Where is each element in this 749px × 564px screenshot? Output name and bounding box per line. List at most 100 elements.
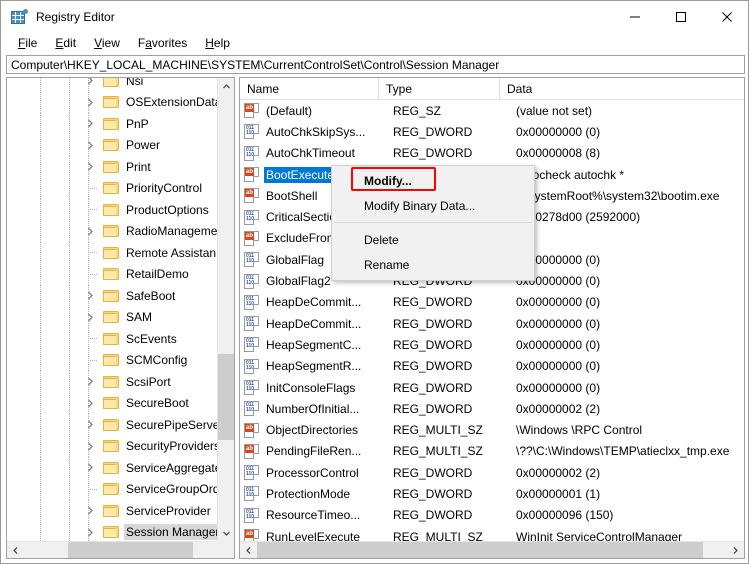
value-name-cell: PendingFileRen...	[266, 444, 362, 459]
tree-item[interactable]: ServiceProvider	[7, 500, 217, 522]
tree-item[interactable]: ScsiPort	[7, 371, 217, 393]
menu-favorites[interactable]: Favorites	[129, 34, 196, 52]
list-horizontal-scrollbar[interactable]	[240, 541, 744, 558]
chevron-right-icon[interactable]	[85, 161, 96, 172]
table-row[interactable]: 011 110 NumberOfInitial... REG_DWORD 0x00000…	[240, 398, 744, 419]
tree-item[interactable]: ScEvents	[7, 328, 217, 350]
table-row[interactable]: 011 110 HeapDeCommit... REG_DWORD 0x00000000…	[240, 313, 744, 334]
string-value-icon: ab	[244, 167, 259, 183]
menu-edit[interactable]: Edit	[46, 34, 85, 52]
tree-item[interactable]: ServiceGroupOrd	[7, 478, 217, 500]
tree-item[interactable]: PriorityControl	[7, 177, 217, 199]
maximize-button[interactable]	[658, 1, 704, 32]
chevron-right-icon[interactable]	[85, 226, 96, 237]
context-menu-item[interactable]: Delete	[332, 227, 534, 252]
close-button[interactable]	[704, 1, 748, 32]
folder-icon	[103, 78, 119, 88]
scroll-left-icon[interactable]	[240, 542, 257, 559]
table-row[interactable]: 011 110 ResourceTimeo... REG_DWORD 0x0000009…	[240, 505, 744, 526]
tree-scroll-thumb[interactable]	[218, 354, 234, 440]
address-bar[interactable]: Computer\HKEY_LOCAL_MACHINE\SYSTEM\Curre…	[6, 55, 745, 74]
table-row[interactable]: 011 110 HeapDeCommit... REG_DWORD 0x00000000…	[240, 292, 744, 313]
table-row[interactable]: ab PendingFileRen... REG_MULTI_SZ \??\C:\Wi…	[240, 441, 744, 462]
tree-item[interactable]: ServiceAggregate	[7, 457, 217, 479]
chevron-right-icon[interactable]	[85, 419, 96, 430]
folder-icon	[103, 203, 119, 217]
tree-item[interactable]: Remote Assistan	[7, 242, 217, 264]
table-row[interactable]: ab ObjectDirectories REG_MULTI_SZ \Windows …	[240, 419, 744, 440]
tree-indent	[7, 91, 103, 113]
minimize-button[interactable]	[612, 1, 658, 32]
tree-item[interactable]: ProductOptions	[7, 199, 217, 221]
chevron-right-icon[interactable]	[85, 78, 96, 86]
tree-item[interactable]: SafeBoot	[7, 285, 217, 307]
chevron-right-icon[interactable]	[85, 312, 96, 323]
tree-item[interactable]: OSExtensionData	[7, 91, 217, 113]
context-menu-item[interactable]: Modify...	[332, 168, 534, 193]
tree-indent	[7, 199, 103, 221]
context-menu-item[interactable]: Modify Binary Data...	[332, 193, 534, 218]
binary-value-icon: 011 110	[244, 145, 259, 161]
tree-item-label: ServiceProvider	[126, 503, 211, 518]
value-type-cell: REG_DWORD	[393, 401, 473, 416]
table-row[interactable]: 011 110 AutoChkSkipSys... REG_DWORD 0x000000…	[240, 121, 744, 142]
column-header-type[interactable]: Type	[379, 78, 500, 99]
value-type-cell: REG_DWORD	[393, 124, 473, 139]
context-menu-item[interactable]: Rename	[332, 252, 534, 277]
menu-help[interactable]: Help	[196, 34, 239, 52]
tree-vertical-scrollbar[interactable]	[217, 78, 234, 542]
tree-horizontal-scrollbar[interactable]	[7, 541, 234, 558]
tree-item[interactable]: SecurityProviders	[7, 435, 217, 457]
chevron-right-icon[interactable]	[85, 140, 96, 151]
chevron-right-icon[interactable]	[85, 290, 96, 301]
value-type-cell: REG_MULTI_SZ	[393, 423, 483, 438]
tree-item[interactable]: RadioManageme	[7, 220, 217, 242]
chevron-right-icon[interactable]	[85, 527, 96, 538]
value-data-cell: \??\C:\Windows\TEMP\atieclxx_tmp.exe	[516, 444, 730, 459]
scroll-down-icon[interactable]	[218, 525, 234, 542]
tree-item[interactable]: PnP	[7, 113, 217, 135]
column-header-data[interactable]: Data	[500, 78, 744, 99]
tree-item[interactable]: RetailDemo	[7, 263, 217, 285]
tree-item[interactable]: Print	[7, 156, 217, 178]
chevron-right-icon[interactable]	[85, 462, 96, 473]
table-row[interactable]: 011 110 HeapSegmentR... REG_DWORD 0x00000000…	[240, 356, 744, 377]
value-type-cell: REG_MULTI_SZ	[393, 444, 483, 459]
tree-hscroll-thumb[interactable]	[68, 541, 193, 558]
tree-item[interactable]: SCMConfig	[7, 349, 217, 371]
tree-item[interactable]: Session Manager	[7, 521, 217, 542]
table-row[interactable]: 011 110 ProtectionMode REG_DWORD 0x00000001 …	[240, 483, 744, 504]
value-data-cell: 0x00000000 (0)	[516, 295, 601, 310]
column-header-name[interactable]: Name	[240, 78, 379, 99]
tree-item[interactable]: Power	[7, 134, 217, 156]
table-row[interactable]: ab (Default) REG_SZ (value not set)	[240, 100, 744, 121]
menu-file[interactable]: File	[9, 34, 46, 52]
string-value-icon: ab	[244, 188, 259, 204]
table-row[interactable]: 011 110 InitConsoleFlags REG_DWORD 0x0000000…	[240, 377, 744, 398]
value-data-cell: 0x00000096 (150)	[516, 508, 614, 523]
list-hscroll-thumb[interactable]	[257, 541, 703, 558]
table-row[interactable]: 011 110 HeapSegmentC... REG_DWORD 0x00000000…	[240, 334, 744, 355]
tree-item[interactable]: SAM	[7, 306, 217, 328]
scroll-up-icon[interactable]	[218, 78, 234, 95]
folder-icon	[103, 117, 119, 131]
folder-icon	[103, 439, 119, 453]
tree-item[interactable]: Nsi	[7, 78, 217, 92]
table-row[interactable]: 011 110 ProcessorControl REG_DWORD 0x0000000…	[240, 462, 744, 483]
chevron-right-icon[interactable]	[85, 398, 96, 409]
tree-item-label: Nsi	[126, 78, 144, 88]
value-name-cell: AutoChkSkipSys...	[266, 124, 366, 139]
chevron-right-icon[interactable]	[85, 505, 96, 516]
table-row[interactable]: 011 110 AutoChkTimeout REG_DWORD 0x00000008 …	[240, 143, 744, 164]
chevron-right-icon[interactable]	[85, 97, 96, 108]
chevron-right-icon[interactable]	[85, 118, 96, 129]
chevron-right-icon[interactable]	[85, 441, 96, 452]
scroll-left-icon[interactable]	[7, 542, 24, 559]
menu-view[interactable]: View	[85, 34, 129, 52]
tree-item[interactable]: SecurePipeServer	[7, 414, 217, 436]
tree-item[interactable]: SecureBoot	[7, 392, 217, 414]
scroll-right-icon[interactable]	[727, 542, 744, 559]
value-data-cell: 0x00000000 (0)	[516, 316, 601, 331]
value-name-cell: HeapDeCommit...	[266, 295, 362, 310]
chevron-right-icon[interactable]	[85, 376, 96, 387]
